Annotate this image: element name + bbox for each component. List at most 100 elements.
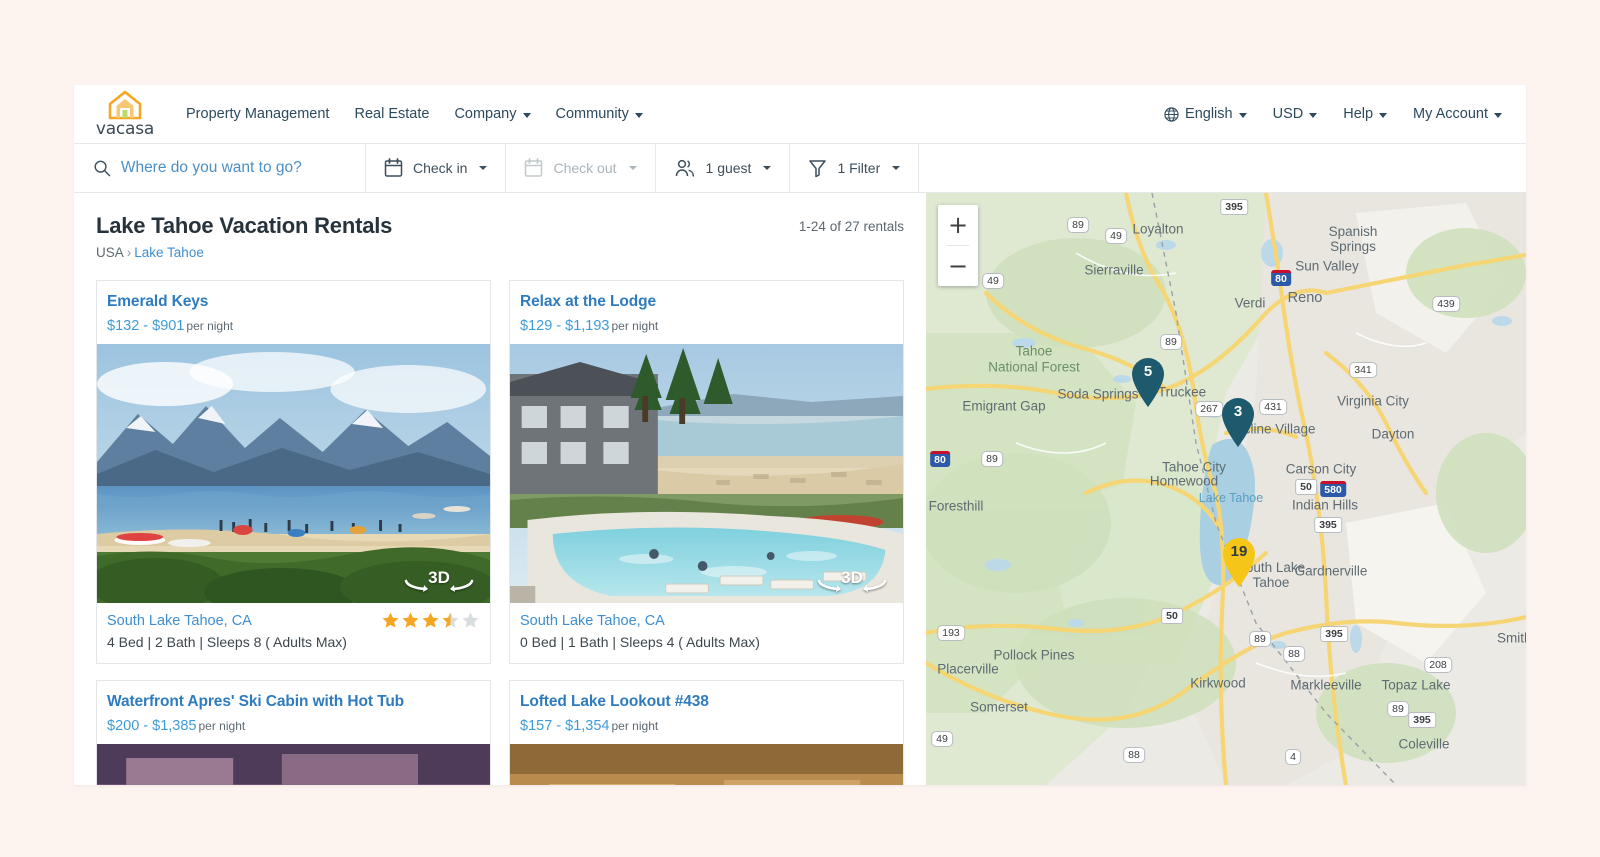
photo-loft-wood-interior	[510, 744, 903, 785]
results-count: 1-24 of 27 rentals	[798, 219, 904, 234]
search-input[interactable]	[120, 159, 347, 177]
nav-label: Help	[1343, 106, 1374, 122]
listing-card-footer: South Lake Tahoe, CA 4 Bed | 2 Bath | Sl…	[97, 603, 490, 663]
star-full-icon	[402, 612, 419, 628]
breadcrumb: USA › Lake Tahoe	[96, 245, 392, 260]
nav-label: Property Management	[186, 106, 330, 122]
map-marker-count: 3	[1233, 403, 1243, 420]
top-navigation-bar: vacasa Property Management Real Estate C…	[74, 85, 1526, 143]
checkin-label: Check in	[413, 160, 468, 176]
nav-company[interactable]: Company	[454, 106, 531, 122]
chevron-down-icon	[1494, 112, 1502, 118]
map-cluster-marker[interactable]: 3	[1218, 396, 1258, 448]
map-route-shield: 193	[937, 625, 965, 641]
map-panel[interactable]: + − Loyalton Sierraville Spanish Springs Su…	[926, 193, 1526, 785]
listing-title[interactable]: Relax at the Lodge	[520, 293, 893, 311]
nav-language-selector[interactable]: English	[1164, 106, 1247, 122]
map-cluster-marker[interactable]: 19	[1219, 536, 1259, 588]
map-route-shield: 50	[1161, 608, 1183, 624]
map-zoom-in-button[interactable]: +	[938, 205, 978, 245]
guests-cell[interactable]: 1 guest	[656, 144, 791, 192]
chevron-down-icon	[1238, 112, 1247, 118]
chevron-down-icon	[892, 166, 901, 170]
listing-title[interactable]: Lofted Lake Lookout #438	[520, 693, 893, 711]
listing-photo[interactable]	[510, 744, 903, 785]
nav-label: My Account	[1413, 106, 1488, 122]
chevron-down-icon	[763, 166, 772, 170]
nav-community[interactable]: Community	[556, 106, 643, 122]
map-route-shield: 395	[1314, 517, 1342, 533]
listing-specs: 0 Bed | 1 Bath | Sleeps 4 ( Adults Max)	[520, 634, 760, 650]
listing-price: $157 - $1,354 per night	[520, 718, 893, 734]
vacasa-logo[interactable]: vacasa	[92, 90, 158, 138]
breadcrumb-root[interactable]: USA	[96, 245, 124, 260]
listing-card[interactable]: Relax at the Lodge $129 - $1,193 per nigh…	[509, 280, 904, 664]
checkout-cell[interactable]: Check out	[506, 144, 656, 192]
listing-card[interactable]: Waterfront Apres' Ski Cabin with Hot Tub…	[96, 680, 491, 785]
map-route-shield: 208	[1424, 657, 1452, 673]
nav-label: Real Estate	[354, 106, 430, 122]
map-route-shield: 341	[1349, 362, 1377, 378]
listing-card[interactable]: Lofted Lake Lookout #438 $157 - $1,354 pe…	[509, 680, 904, 785]
listing-price-unit: per night	[611, 719, 659, 733]
calendar-icon	[384, 158, 403, 177]
star-half-icon	[442, 612, 459, 628]
nav-label: Company	[454, 106, 517, 122]
listing-photo[interactable]	[97, 744, 490, 785]
star-empty-icon	[462, 612, 479, 628]
rotate-3d-icon: 3D	[404, 568, 474, 592]
map-route-shield: 395	[1320, 626, 1348, 642]
badge-3d[interactable]: 3D	[815, 565, 889, 595]
nav-help[interactable]: Help	[1343, 106, 1388, 122]
listing-cards-grid: Emerald Keys $132 - $901 per night 3D So…	[74, 280, 926, 785]
listing-photo[interactable]: 3D	[510, 344, 903, 603]
nav-currency-selector[interactable]: USD	[1273, 106, 1318, 122]
listing-title[interactable]: Waterfront Apres' Ski Cabin with Hot Tub	[107, 693, 480, 711]
listing-card-header: Lofted Lake Lookout #438 $157 - $1,354 pe…	[510, 681, 903, 744]
listing-card[interactable]: Emerald Keys $132 - $901 per night 3D So…	[96, 280, 491, 664]
map-zoom-out-button[interactable]: −	[938, 246, 978, 286]
rotate-3d-icon: 3D	[817, 568, 887, 592]
star-full-icon	[382, 612, 399, 628]
listing-specs: 4 Bed | 2 Bath | Sleeps 8 ( Adults Max)	[107, 634, 347, 650]
map-route-shield: 80	[1271, 270, 1291, 286]
map-route-shield: 89	[1249, 631, 1271, 647]
nav-my-account[interactable]: My Account	[1413, 106, 1502, 122]
map-route-shield: 88	[1123, 747, 1145, 763]
filter-cell[interactable]: 1 Filter	[790, 144, 920, 192]
search-icon	[94, 160, 111, 177]
map-cluster-marker[interactable]: 5	[1128, 356, 1168, 408]
listing-price: $129 - $1,193 per night	[520, 318, 893, 334]
nav-property-management[interactable]: Property Management	[186, 106, 329, 122]
map-route-shield: 89	[981, 451, 1003, 467]
map-route-shield: 89	[1067, 217, 1089, 233]
star-full-icon	[422, 612, 439, 628]
nav-label: English	[1185, 106, 1233, 122]
listing-price-range: $132 - $901	[107, 318, 185, 334]
filter-icon	[809, 160, 827, 178]
checkin-cell[interactable]: Check in	[366, 144, 507, 192]
nav-real-estate[interactable]: Real Estate	[354, 106, 429, 122]
map-route-shield: 49	[1105, 228, 1127, 244]
results-panel: Lake Tahoe Vacation Rentals USA › Lake Tah…	[74, 193, 926, 785]
badge-3d[interactable]: 3D	[402, 565, 476, 595]
map-route-shield: 50	[1295, 479, 1317, 495]
listing-location[interactable]: South Lake Tahoe, CA	[520, 613, 893, 629]
listing-price-unit: per night	[611, 319, 659, 333]
map-marker-count: 5	[1143, 363, 1153, 380]
listing-price-range: $157 - $1,354	[520, 718, 610, 734]
listing-photo[interactable]: 3D	[97, 344, 490, 603]
destination-search-cell[interactable]	[74, 144, 366, 192]
map-route-shield: 49	[982, 273, 1004, 289]
listing-price-unit: per night	[186, 319, 234, 333]
map-base-layer	[926, 193, 1526, 785]
map-route-shield: 49	[931, 731, 953, 747]
listing-title[interactable]: Emerald Keys	[107, 293, 480, 311]
results-header: Lake Tahoe Vacation Rentals USA › Lake Tah…	[74, 213, 926, 260]
results-title-block: Lake Tahoe Vacation Rentals USA › Lake Tah…	[96, 213, 392, 260]
chevron-down-icon	[628, 166, 637, 170]
logo-wordmark: vacasa	[95, 119, 155, 139]
map-zoom-controls: + −	[938, 205, 978, 286]
breadcrumb-current[interactable]: Lake Tahoe	[134, 245, 204, 260]
listing-card-footer: South Lake Tahoe, CA 0 Bed | 1 Bath | Sl…	[510, 603, 903, 663]
